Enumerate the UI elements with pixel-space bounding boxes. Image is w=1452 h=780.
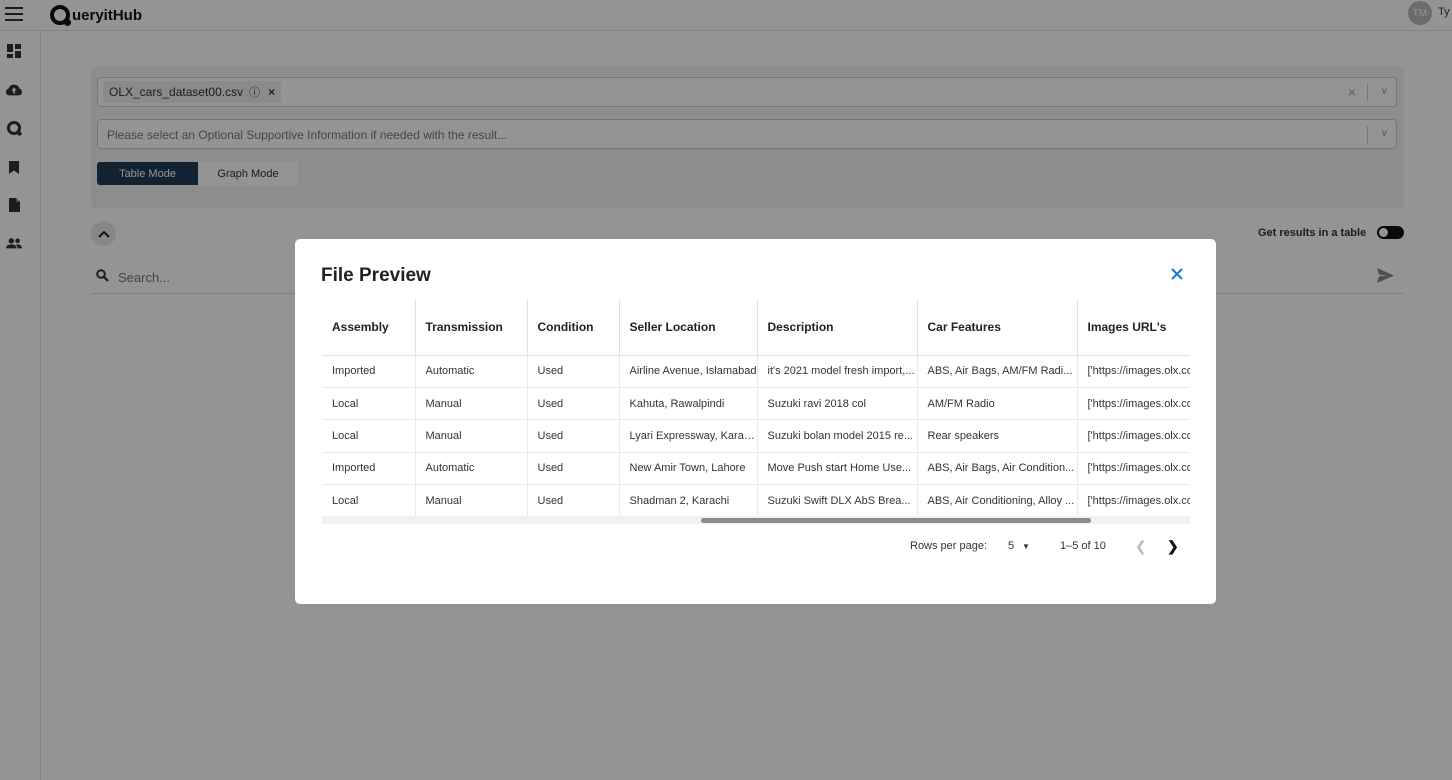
table-cell: Local (322, 484, 416, 518)
table-cell: ['https://images.olx.com (1077, 419, 1190, 453)
file-preview-modal: File Preview Assembly Transmission Condi… (295, 239, 1216, 604)
table-cell: AM/FM Radio (917, 387, 1078, 421)
pagination: Rows per page: 5 ▼ 1–5 of 10 ❮ ❯ (295, 537, 1216, 557)
table-cell: Local (322, 387, 416, 421)
table-cell: ['https://images.olx.com (1077, 484, 1190, 518)
table-cell: ABS, Air Conditioning, Alloy ... (917, 484, 1078, 518)
table-row: Local Manual Used Kahuta, Rawalpindi Suz… (322, 387, 1190, 421)
table-cell: it's 2021 model fresh import,... (757, 355, 918, 388)
column-header[interactable]: Transmission (415, 299, 528, 356)
chevron-right-icon[interactable]: ❯ (1167, 538, 1179, 555)
table-row: Imported Automatic Used New Amir Town, L… (322, 452, 1190, 486)
table-row: Local Manual Used Lyari Expressway, Kara… (322, 419, 1190, 453)
table-cell: Manual (415, 387, 528, 421)
table-cell: Imported (322, 355, 416, 388)
table-cell: ['https://images.olx.com (1077, 387, 1190, 421)
rows-per-page-label: Rows per page: (910, 540, 988, 552)
table-cell: Used (527, 355, 620, 388)
horizontal-scrollbar[interactable] (322, 516, 1190, 524)
preview-table: Assembly Transmission Condition Seller L… (322, 299, 1190, 518)
table-cell: Used (527, 387, 620, 421)
table-cell: Lyari Expressway, Karachi (619, 419, 758, 453)
table-cell: Automatic (415, 355, 528, 388)
column-header[interactable]: Description (757, 299, 918, 356)
table-cell: Kahuta, Rawalpindi (619, 387, 758, 421)
table-cell: New Amir Town, Lahore (619, 452, 758, 486)
table-cell: Airline Avenue, Islamabad (619, 355, 758, 388)
column-header[interactable]: Car Features (917, 299, 1078, 356)
column-header[interactable]: Images URL's (1077, 299, 1190, 356)
preview-table-container: Assembly Transmission Condition Seller L… (322, 299, 1190, 524)
column-header[interactable]: Assembly (322, 299, 416, 356)
table-cell: Manual (415, 484, 528, 518)
table-row: Imported Automatic Used Airline Avenue, … (322, 355, 1190, 388)
table-cell: Manual (415, 419, 528, 453)
table-cell: Suzuki ravi 2018 col (757, 387, 918, 421)
table-cell: ABS, Air Bags, AM/FM Radi... (917, 355, 1078, 388)
table-cell: ['https://images.olx.com (1077, 452, 1190, 486)
table-cell: Rear speakers (917, 419, 1078, 453)
table-cell: Suzuki bolan model 2015 re... (757, 419, 918, 453)
table-cell: Imported (322, 452, 416, 486)
page-range: 1–5 of 10 (1060, 540, 1106, 552)
column-header[interactable]: Seller Location (619, 299, 758, 356)
close-icon[interactable] (1171, 268, 1183, 280)
table-cell: ABS, Air Bags, Air Condition... (917, 452, 1078, 486)
table-cell: Shadman 2, Karachi (619, 484, 758, 518)
modal-title: File Preview (321, 265, 431, 286)
table-cell: ['https://images.olx.com (1077, 355, 1190, 388)
table-cell: Move Push start Home Use... (757, 452, 918, 486)
caret-down-icon[interactable]: ▼ (1022, 542, 1030, 551)
table-cell: Automatic (415, 452, 528, 486)
chevron-left-icon[interactable]: ❮ (1135, 538, 1147, 555)
column-header[interactable]: Condition (527, 299, 620, 356)
table-cell: Used (527, 419, 620, 453)
table-cell: Used (527, 484, 620, 518)
table-cell: Suzuki Swift DLX AbS Brea... (757, 484, 918, 518)
table-cell: Local (322, 419, 416, 453)
table-cell: Used (527, 452, 620, 486)
scrollbar-thumb[interactable] (701, 518, 1091, 523)
table-header-row: Assembly Transmission Condition Seller L… (322, 299, 1190, 356)
rows-per-page-select[interactable]: 5 (1008, 540, 1014, 552)
table-row: Local Manual Used Shadman 2, Karachi Suz… (322, 484, 1190, 518)
